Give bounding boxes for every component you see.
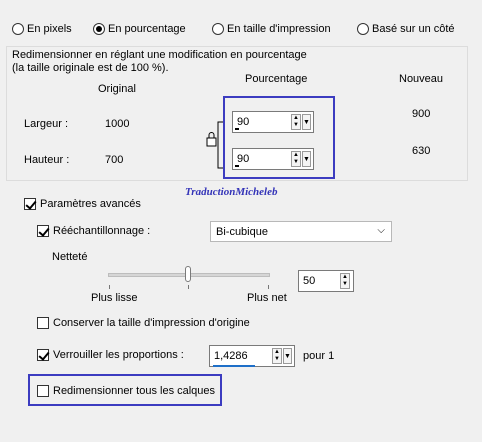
resample-method-select[interactable]: Bi-cubique ⌵ bbox=[210, 221, 392, 242]
advanced-settings-label: Paramètres avancés bbox=[40, 198, 141, 210]
padlock-icon bbox=[206, 137, 217, 147]
radio-percentage-label: En pourcentage bbox=[108, 23, 186, 35]
slider-min-label: Plus lisse bbox=[91, 292, 138, 304]
lock-ratio-check[interactable] bbox=[37, 349, 49, 361]
height-original-value: 700 bbox=[105, 154, 124, 166]
ratio-spinbox[interactable]: 1,4286 ▲ ▼ ▼ bbox=[209, 345, 295, 367]
sharpness-label: Netteté bbox=[52, 251, 88, 263]
radio-one-side[interactable]: Basé sur un côté bbox=[357, 23, 455, 35]
radio-one-side-dot[interactable] bbox=[357, 23, 369, 35]
keep-print-size-check[interactable] bbox=[37, 317, 49, 329]
percentage-highlight-box bbox=[223, 96, 335, 179]
radio-print-size-label: En taille d'impression bbox=[227, 23, 331, 35]
slider-max-label: Plus net bbox=[247, 292, 287, 304]
column-new-header: Nouveau bbox=[399, 73, 444, 85]
radio-percentage[interactable]: En pourcentage bbox=[93, 23, 186, 35]
radio-print-size-dot[interactable] bbox=[212, 23, 224, 35]
spin-down-icon[interactable]: ▼ bbox=[341, 281, 349, 288]
resample-method-value: Bi-cubique bbox=[216, 226, 268, 238]
resize-all-layers-highlight bbox=[28, 374, 222, 406]
ratio-spin-arrows[interactable]: ▲ ▼ bbox=[272, 348, 282, 364]
ratio-value[interactable]: 1,4286 bbox=[214, 350, 248, 362]
radio-pixels-dot[interactable] bbox=[12, 23, 24, 35]
group-description-line2: (la taille originale est de 100 %). bbox=[12, 62, 169, 74]
watermark-text: TraductionMicheleb bbox=[185, 186, 278, 198]
sharpness-value[interactable]: 50 bbox=[303, 275, 315, 287]
radio-one-side-label: Basé sur un côté bbox=[372, 23, 455, 35]
advanced-settings-check[interactable] bbox=[24, 198, 36, 210]
radio-percentage-dot[interactable] bbox=[93, 23, 105, 35]
radio-print-size[interactable]: En taille d'impression bbox=[212, 23, 331, 35]
resample-checkbox[interactable]: Rééchantillonnage : bbox=[37, 225, 150, 237]
lock-ratio-label: Verrouiller les proportions : bbox=[53, 349, 184, 361]
width-label: Largeur : bbox=[24, 118, 69, 130]
width-original-value: 1000 bbox=[105, 118, 130, 130]
resample-check[interactable] bbox=[37, 225, 49, 237]
sharpness-spinbox[interactable]: 50 ▲ ▼ bbox=[298, 270, 354, 292]
radio-pixels[interactable]: En pixels bbox=[12, 23, 72, 35]
height-new-value: 630 bbox=[412, 145, 431, 157]
radio-pixels-label: En pixels bbox=[27, 23, 72, 35]
resample-label: Rééchantillonnage : bbox=[53, 225, 151, 237]
keep-print-size-checkbox[interactable]: Conserver la taille d'impression d'origi… bbox=[37, 317, 250, 329]
ratio-suffix: pour 1 bbox=[303, 350, 335, 362]
column-original-header: Original bbox=[98, 83, 136, 95]
spin-up-icon[interactable]: ▲ bbox=[273, 349, 281, 356]
advanced-settings-checkbox[interactable]: Paramètres avancés bbox=[24, 198, 141, 210]
group-description-line1: Redimensionner en réglant une modificati… bbox=[12, 49, 307, 61]
keep-print-size-label: Conserver la taille d'impression d'origi… bbox=[53, 317, 250, 329]
lock-ratio-checkbox[interactable]: Verrouiller les proportions : bbox=[37, 349, 184, 361]
height-label: Hauteur : bbox=[24, 154, 70, 166]
ratio-dropdown-icon[interactable]: ▼ bbox=[283, 348, 292, 364]
ratio-underline bbox=[213, 365, 255, 367]
sharpness-slider-thumb[interactable] bbox=[185, 266, 191, 282]
sharpness-spin-arrows[interactable]: ▲ ▼ bbox=[340, 273, 350, 289]
column-percentage-header: Pourcentage bbox=[245, 73, 308, 85]
chevron-down-icon[interactable]: ⌵ bbox=[377, 225, 385, 236]
width-new-value: 900 bbox=[412, 108, 431, 120]
spin-down-icon[interactable]: ▼ bbox=[273, 356, 281, 363]
spin-up-icon[interactable]: ▲ bbox=[341, 274, 349, 281]
